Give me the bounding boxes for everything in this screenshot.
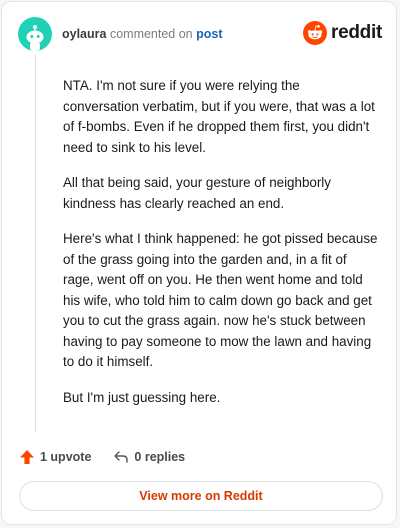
view-more-button[interactable]: View more on Reddit bbox=[19, 481, 383, 511]
comment-paragraph: NTA. I'm not sure if you were relying th… bbox=[63, 78, 375, 155]
comment-paragraph: But I'm just guessing here. bbox=[63, 389, 221, 405]
comment-meta: oylaura commented on post bbox=[62, 27, 223, 41]
upvote-count: 1 upvote bbox=[40, 450, 92, 464]
upvote-button[interactable]: 1 upvote bbox=[19, 449, 91, 465]
replies-button[interactable]: 0 replies bbox=[113, 449, 185, 465]
reply-count: 0 replies bbox=[134, 450, 186, 464]
upvote-arrow-icon bbox=[20, 450, 34, 464]
comment-actions: 1 upvote 0 replies bbox=[19, 446, 207, 468]
comment-header: oylaura commented on post reddit bbox=[18, 16, 382, 52]
comment-card: oylaura commented on post reddit NTA. I'… bbox=[1, 1, 397, 525]
comment-paragraph: Here's what I think happened: he got pis… bbox=[63, 231, 378, 369]
comment-body: NTA. I'm not sure if you were relying th… bbox=[63, 76, 379, 423]
reddit-logo-icon bbox=[303, 21, 328, 45]
comment-paragraph: All that being said, your gesture of nei… bbox=[63, 175, 331, 211]
action-text: commented on bbox=[109, 27, 193, 41]
username-link[interactable]: oylaura bbox=[62, 27, 106, 41]
reddit-wordmark: reddit bbox=[331, 22, 382, 43]
thread-line bbox=[35, 54, 36, 432]
reply-arrow-icon bbox=[114, 451, 129, 463]
reddit-logo[interactable]: reddit bbox=[303, 21, 382, 45]
post-link[interactable]: post bbox=[196, 27, 222, 41]
snoo-avatar-icon[interactable] bbox=[18, 17, 52, 51]
